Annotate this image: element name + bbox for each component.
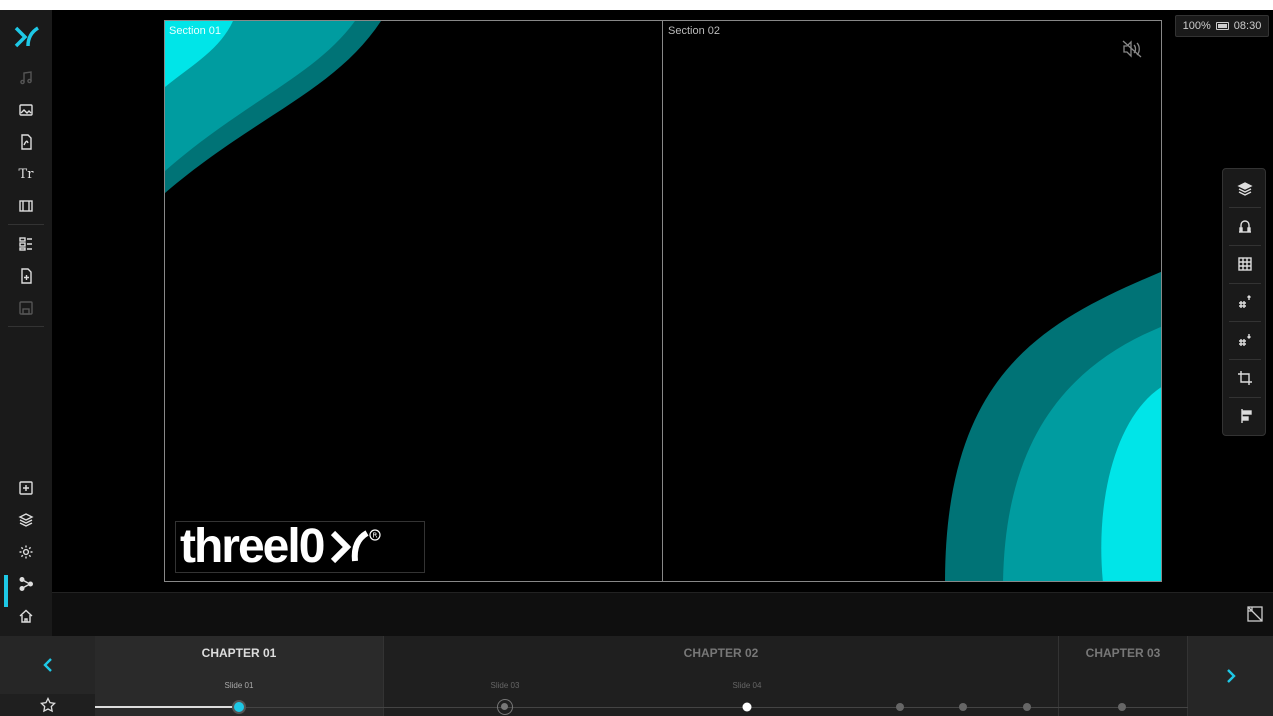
toolbar-divider: [1229, 283, 1261, 284]
top-strip: [0, 0, 1273, 10]
brand-mark-icon: R: [331, 529, 382, 564]
slide-dot[interactable]: [1023, 703, 1031, 711]
add-widget-icon[interactable]: [14, 476, 38, 500]
progress-fill: [95, 706, 239, 708]
pdf-icon[interactable]: [14, 130, 38, 154]
layers-icon[interactable]: [1233, 177, 1257, 201]
chapter-tab[interactable]: CHAPTER 02: [384, 636, 1059, 716]
add-page-icon[interactable]: [14, 264, 38, 288]
battery-level: 100%: [1182, 20, 1211, 32]
slide-dot[interactable]: [1118, 703, 1126, 711]
screen-off-icon[interactable]: [1245, 604, 1265, 624]
battery-icon: [1215, 22, 1229, 30]
right-toolbar: [1222, 168, 1266, 436]
section-divider: [662, 21, 663, 581]
slide-label[interactable]: Slide 03: [491, 681, 520, 690]
share-icon[interactable]: [14, 572, 38, 596]
music-icon[interactable]: [14, 66, 38, 90]
slide-canvas[interactable]: Section 01 Section 02 threel0 R: [164, 20, 1162, 582]
template-icon[interactable]: [14, 232, 38, 256]
section-label: Section 02: [668, 25, 720, 37]
brand-wordmark: threel0: [180, 520, 325, 573]
bottom-strip: [52, 592, 1273, 636]
grid-icon[interactable]: [1233, 252, 1257, 276]
left-sidebar: Tr: [0, 10, 52, 636]
slide-dot[interactable]: [896, 703, 904, 711]
brand-logo: threel0 R: [175, 521, 425, 573]
active-indicator: [4, 575, 8, 607]
number-down-icon[interactable]: [1233, 328, 1257, 352]
slide-dot-current[interactable]: [232, 700, 246, 714]
sidebar-divider: [8, 326, 44, 327]
status-bar: 100% 08:30: [1175, 15, 1269, 37]
toolbar-divider: [1229, 397, 1261, 398]
favorite-button[interactable]: [0, 694, 95, 716]
chapter-title: CHAPTER 03: [1085, 646, 1161, 660]
star-icon: [39, 697, 56, 713]
wave-decoration: [165, 21, 1161, 581]
chapter-navigator: CHAPTER 01 CHAPTER 02 CHAPTER 03 Slide 0…: [0, 636, 1273, 716]
sidebar-divider: [8, 224, 44, 225]
chevron-right-icon: [1226, 669, 1236, 683]
number-up-icon[interactable]: [1233, 290, 1257, 314]
video-icon[interactable]: [14, 194, 38, 218]
section-label: Section 01: [169, 25, 221, 37]
slide-label[interactable]: Slide 04: [733, 681, 762, 690]
save-icon[interactable]: [14, 296, 38, 320]
slide-dot[interactable]: [959, 703, 967, 711]
chapter-title: CHAPTER 02: [683, 646, 759, 660]
mute-icon[interactable]: [1121, 39, 1143, 59]
magnet-icon[interactable]: [1233, 214, 1257, 238]
toolbar-divider: [1229, 321, 1261, 322]
toolbar-divider: [1229, 207, 1261, 208]
slide-dot[interactable]: [497, 699, 513, 715]
next-button[interactable]: [1188, 636, 1273, 716]
previous-button[interactable]: [0, 636, 95, 694]
home-icon[interactable]: [14, 604, 38, 628]
text-icon[interactable]: Tr: [14, 162, 38, 186]
clock: 08:30: [1233, 20, 1262, 32]
align-icon[interactable]: [1233, 404, 1257, 428]
slide-label[interactable]: Slide 01: [225, 681, 254, 690]
chevron-left-icon: [42, 658, 52, 672]
toolbar-divider: [1229, 245, 1261, 246]
toolbar-divider: [1229, 359, 1261, 360]
image-icon[interactable]: [14, 98, 38, 122]
layers-icon[interactable]: [14, 508, 38, 532]
settings-icon[interactable]: [14, 540, 38, 564]
chapter-title: CHAPTER 01: [201, 646, 277, 660]
svg-text:R: R: [373, 532, 378, 540]
crop-icon[interactable]: [1233, 366, 1257, 390]
slide-dot[interactable]: [742, 702, 752, 712]
app-logo-icon[interactable]: [14, 24, 40, 50]
